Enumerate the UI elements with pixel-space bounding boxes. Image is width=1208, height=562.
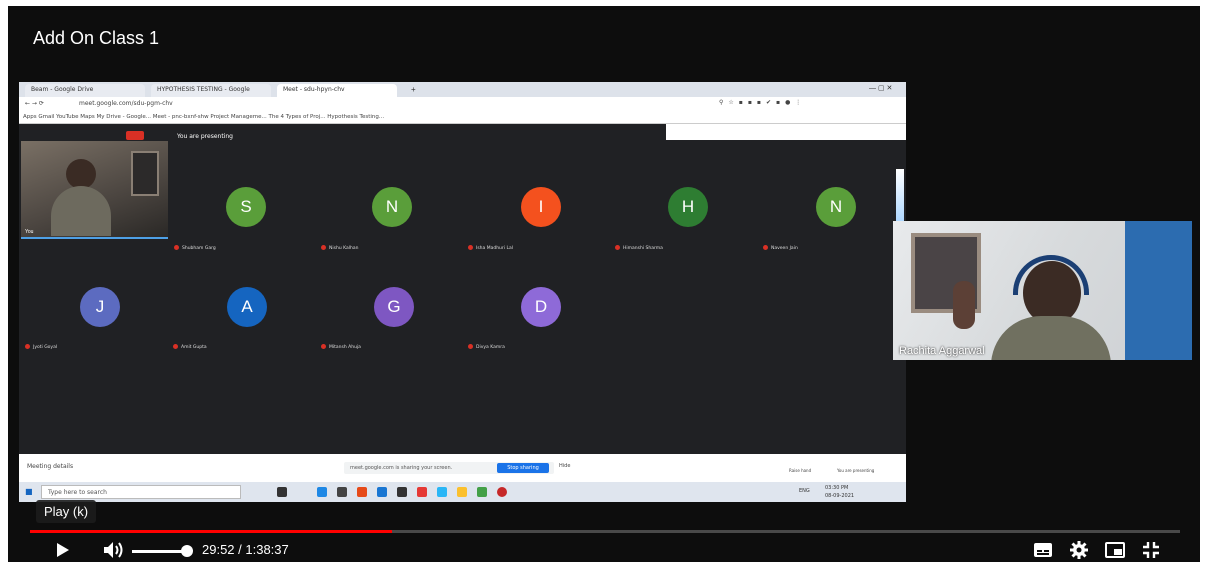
presenting-button[interactable]: You are presenting [837, 468, 874, 473]
play-tooltip: Play (k) [36, 500, 97, 523]
extension-icons[interactable]: ⚲☆▪▪▪✔▪●⋮ [719, 99, 806, 106]
participant-avatar: J [80, 287, 120, 327]
participant-name: Shubham Garg [174, 245, 216, 251]
volume-slider-knob[interactable] [181, 545, 193, 557]
clock-date: 08-09-2021 [825, 493, 855, 499]
nav-arrows-icon[interactable]: ← → ⟳ [25, 100, 44, 107]
new-tab-icon[interactable]: + [411, 85, 416, 94]
play-icon [57, 543, 69, 557]
fullscreen-button[interactable] [1138, 538, 1164, 562]
participant-avatar: I [521, 187, 561, 227]
participant-name: Naveen Jain [763, 245, 798, 251]
window-controls-icon[interactable]: — ▢ ✕ [869, 84, 892, 92]
wall-background [1125, 221, 1192, 360]
meeting-details-button[interactable]: Meeting details [27, 463, 73, 470]
progress-bar[interactable] [30, 530, 1180, 533]
volume-icon [104, 542, 123, 558]
presenter-hand [953, 281, 975, 329]
browser-tab[interactable]: HYPOTHESIS TESTING - Google [151, 84, 271, 97]
taskbar-search-input[interactable]: Type here to search [41, 485, 241, 499]
frame-on-wall [131, 151, 159, 196]
participant-avatar: N [372, 187, 412, 227]
self-label: You [25, 229, 34, 235]
recording-badge [126, 131, 144, 140]
settings-button[interactable] [1066, 538, 1092, 562]
windows-taskbar: ■ Type here to search ENG 03:30 PM 08-09… [19, 482, 906, 502]
store-icon[interactable] [337, 487, 347, 497]
tab-label: Beam - Google Drive [31, 86, 94, 93]
folder-icon[interactable] [457, 487, 467, 497]
bookmarks-bar[interactable]: Apps Gmail YouTube Maps My Drive - Googl… [19, 111, 906, 124]
miniplayer-icon [1105, 542, 1125, 558]
meet-grid: You are presenting You S N I H N J A G D… [19, 124, 906, 454]
shared-screen: Beam - Google Drive HYPOTHESIS TESTING -… [19, 82, 906, 502]
chrome-icon[interactable] [497, 487, 507, 497]
time-display: 29:52 / 1:38:37 [202, 542, 289, 557]
participant-name: Amit Gupta [173, 344, 207, 350]
edge-icon[interactable] [317, 487, 327, 497]
play-button[interactable] [52, 538, 74, 562]
meet-top-toolbar[interactable] [666, 124, 906, 140]
participant-name: Himanshi Sharma [615, 245, 663, 251]
url-text[interactable]: meet.google.com/sdu-pgm-chv [79, 100, 173, 107]
miniplayer-button[interactable] [1102, 538, 1128, 562]
raise-hand-button[interactable]: Raise hand [789, 468, 811, 473]
meet-bottom-bar: Meeting details meet.google.com is shari… [19, 454, 906, 482]
browser-tab-bar: Beam - Google Drive HYPOTHESIS TESTING -… [19, 82, 906, 97]
subtitles-icon [1034, 543, 1052, 557]
tab-label: Meet - sdu-hpyn-chv [283, 86, 345, 93]
gear-icon [1070, 541, 1088, 559]
browser-tab[interactable]: Beam - Google Drive [25, 84, 145, 97]
participant-name: Divya Kamra [468, 344, 505, 350]
participant-name: Jyoti Goyal [25, 344, 57, 350]
presenter-name: Rachita Aggarwal [899, 345, 985, 357]
windows-start-icon[interactable]: ■ [25, 487, 33, 496]
address-bar[interactable]: ← → ⟳ meet.google.com/sdu-pgm-chv ⚲☆▪▪▪✔… [19, 97, 906, 111]
stop-sharing-button[interactable]: Stop sharing [497, 463, 549, 473]
browser-tab-active[interactable]: Meet - sdu-hpyn-chv [277, 84, 397, 97]
lang-indicator: ENG [799, 488, 810, 494]
subtitles-button[interactable] [1030, 538, 1056, 562]
participant-avatar: A [227, 287, 267, 327]
office-icon[interactable] [357, 487, 367, 497]
presenter-body [991, 316, 1111, 360]
self-head [66, 159, 96, 189]
hide-button[interactable]: Hide [559, 463, 570, 469]
app-icon[interactable] [477, 487, 487, 497]
app-icon[interactable] [417, 487, 427, 497]
share-banner-text: meet.google.com is sharing your screen. [350, 465, 453, 471]
volume-slider-track[interactable] [132, 550, 188, 553]
mail-icon[interactable] [377, 487, 387, 497]
self-video-tile: You [21, 141, 168, 239]
mute-button[interactable] [100, 538, 128, 562]
presenter-camera: Rachita Aggarwal [893, 221, 1192, 360]
presenting-text: You are presenting [177, 133, 233, 140]
progress-fill [30, 530, 393, 533]
participant-avatar: N [816, 187, 856, 227]
video-player[interactable]: Add On Class 1 Beam - Google Drive HYPOT… [8, 6, 1200, 562]
tab-label: HYPOTHESIS TESTING - Google [157, 86, 250, 93]
headphones-icon [1013, 255, 1089, 295]
self-body [51, 186, 111, 236]
participant-avatar: G [374, 287, 414, 327]
participant-avatar: H [668, 187, 708, 227]
media-icon[interactable] [397, 487, 407, 497]
video-title: Add On Class 1 [33, 28, 160, 48]
app-icon[interactable] [437, 487, 447, 497]
exit-fullscreen-icon [1143, 542, 1159, 558]
clock-time: 03:30 PM [825, 485, 849, 491]
participant-name: Mitansh Ahuja [321, 344, 361, 350]
task-view-icon[interactable] [277, 487, 287, 497]
participant-name: Isha Madhuri Lal [468, 245, 513, 251]
participant-avatar: S [226, 187, 266, 227]
participant-avatar: D [521, 287, 561, 327]
participant-name: Nishu Kalhan [321, 245, 358, 251]
